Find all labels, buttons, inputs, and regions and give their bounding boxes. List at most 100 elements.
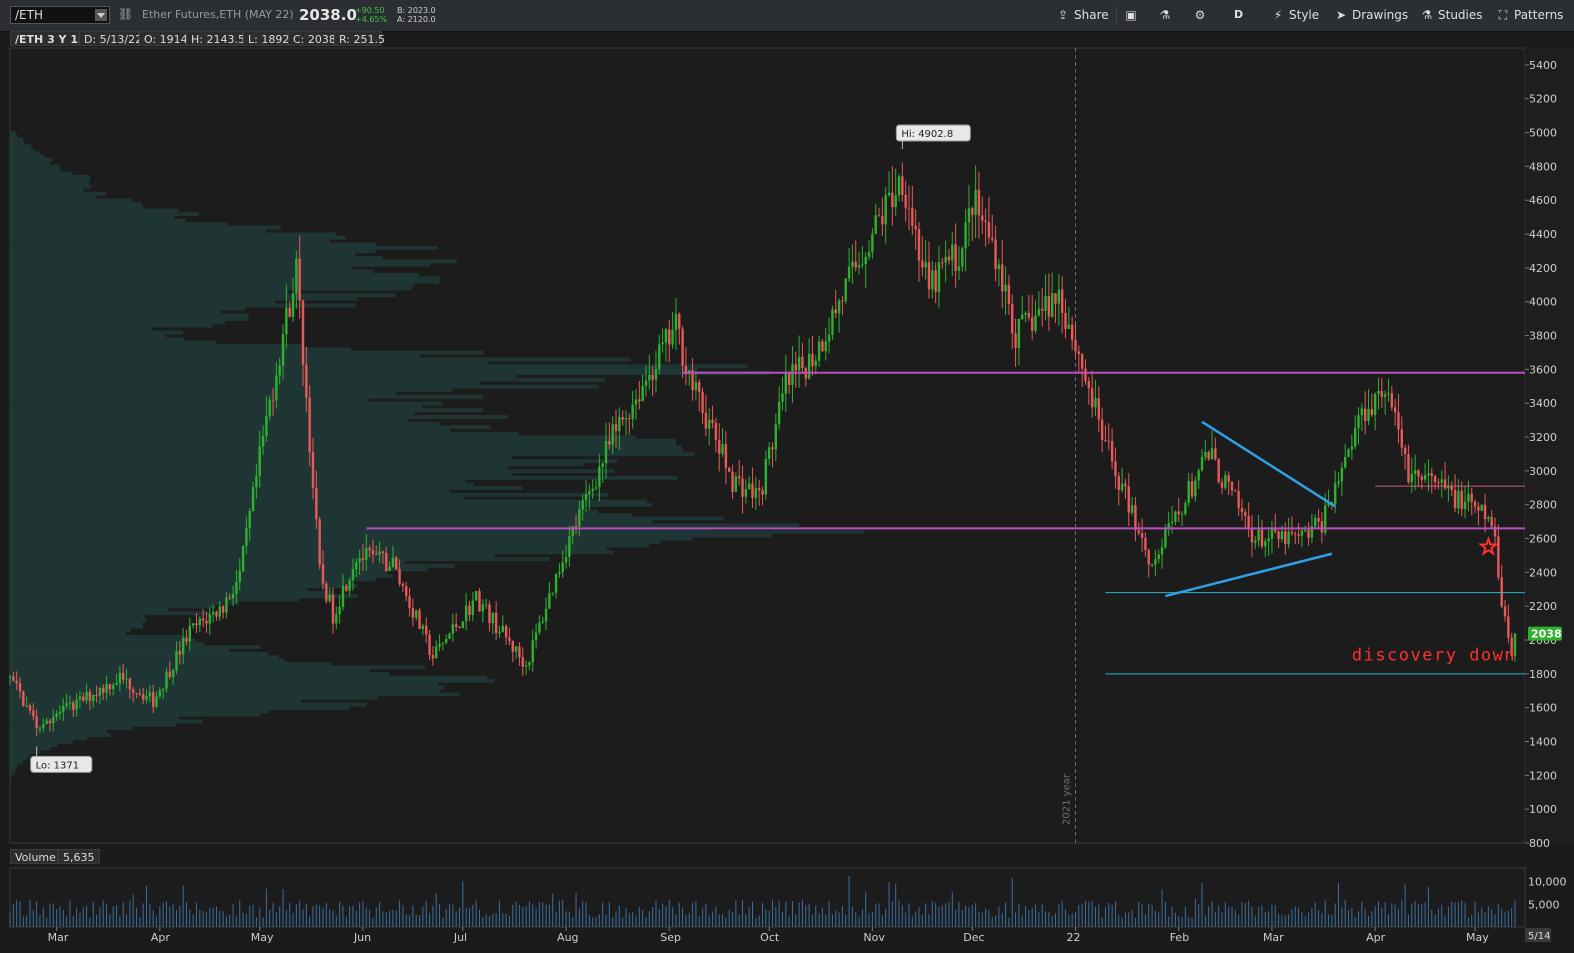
candle-body bbox=[411, 607, 415, 618]
volume-profile-bar bbox=[10, 130, 17, 135]
x-tick-label: Jul bbox=[453, 931, 467, 944]
candle-body bbox=[228, 597, 231, 599]
volume-profile-bar bbox=[10, 618, 146, 622]
candle-body bbox=[428, 634, 431, 655]
candle-body bbox=[1007, 284, 1011, 304]
candle-body bbox=[191, 623, 195, 626]
candle-body bbox=[68, 702, 72, 704]
candle-body bbox=[348, 580, 351, 591]
candle-body bbox=[484, 604, 488, 606]
candle-body bbox=[178, 651, 182, 655]
y-tick-label: 2200 bbox=[1529, 600, 1557, 613]
candle-body bbox=[401, 583, 405, 587]
candle-body bbox=[561, 562, 564, 573]
candle-body bbox=[151, 692, 155, 707]
candle-body bbox=[614, 424, 618, 432]
candle-body bbox=[887, 192, 891, 196]
volume-profile-bar bbox=[10, 161, 50, 166]
volume-profile-bar bbox=[10, 624, 143, 629]
volume-profile-bar bbox=[10, 195, 96, 200]
candle-body bbox=[1014, 333, 1017, 348]
volume-profile-bar bbox=[10, 398, 369, 403]
y-tick-label: 3600 bbox=[1529, 363, 1557, 376]
candle-body bbox=[1423, 475, 1427, 480]
volume-profile-bar bbox=[10, 452, 695, 457]
candle-body bbox=[611, 424, 614, 445]
candle-body bbox=[464, 605, 468, 622]
candle-body bbox=[1377, 390, 1380, 394]
volume-profile-bar bbox=[10, 503, 652, 507]
volume-profile-bar bbox=[10, 705, 350, 710]
candle-body bbox=[331, 594, 335, 624]
candle-body bbox=[438, 643, 441, 647]
candle-body bbox=[278, 365, 281, 376]
volume-profile-bar bbox=[10, 310, 222, 315]
volume-profile-bar bbox=[10, 604, 216, 609]
volume-profile-bar bbox=[10, 597, 299, 602]
candle-body bbox=[1057, 289, 1061, 304]
volume-profile-bar bbox=[10, 286, 411, 291]
volume-profile-bar bbox=[10, 516, 725, 521]
candle-body bbox=[1457, 490, 1460, 509]
candle-body bbox=[248, 511, 251, 529]
candle-body bbox=[45, 720, 48, 725]
volume-profile-bar bbox=[10, 560, 405, 565]
candle-body bbox=[1094, 398, 1097, 408]
candle-body bbox=[474, 590, 478, 601]
candle-body bbox=[1120, 483, 1124, 490]
candle-body bbox=[704, 412, 708, 429]
candle-body bbox=[754, 488, 758, 498]
x-tick-label: Aug bbox=[557, 931, 578, 944]
volume-profile-bar bbox=[10, 313, 250, 318]
volume-profile-bar bbox=[10, 374, 517, 379]
volume-profile-bar bbox=[10, 215, 175, 220]
candle-body bbox=[1164, 528, 1167, 548]
candle-body bbox=[1503, 606, 1507, 617]
candle-body bbox=[1034, 315, 1037, 331]
candle-body bbox=[235, 581, 238, 594]
volume-profile-bar bbox=[10, 733, 111, 737]
candle-body bbox=[318, 519, 321, 565]
candle-body bbox=[814, 360, 817, 367]
price-chart[interactable]: 2021 year discovery down 800 1000 1200 1400… bbox=[0, 0, 1574, 953]
candle-body bbox=[628, 417, 631, 419]
volume-profile-bar bbox=[10, 279, 440, 284]
candle-body bbox=[471, 600, 475, 615]
candle-body bbox=[1497, 536, 1500, 578]
volume-profile-bar bbox=[10, 760, 24, 764]
volume-profile-bar bbox=[10, 675, 488, 680]
candle-body bbox=[1317, 517, 1320, 522]
candle-body bbox=[911, 208, 914, 226]
y-tick-label: 1400 bbox=[1529, 736, 1557, 749]
volume-profile-bar bbox=[10, 134, 18, 139]
candle-body bbox=[1490, 517, 1493, 527]
candle-body bbox=[75, 699, 78, 710]
time-axis: Mar Apr May Jun Jul Aug Sep Oct Nov Dec 22 Feb Mar Ap… bbox=[48, 927, 1551, 944]
candle-body bbox=[311, 452, 315, 488]
volume-profile-bar bbox=[10, 316, 248, 321]
candle-body bbox=[781, 393, 784, 402]
candle-body bbox=[1004, 284, 1007, 292]
candle-body bbox=[338, 606, 341, 615]
candle-body bbox=[964, 222, 967, 249]
candle-body bbox=[1254, 540, 1257, 543]
candle-body bbox=[105, 684, 108, 693]
candle-body bbox=[378, 551, 381, 555]
candle-body bbox=[747, 483, 751, 490]
candle-body bbox=[554, 573, 558, 593]
candle-body bbox=[801, 356, 804, 369]
volume-profile-bar bbox=[10, 333, 166, 338]
y-tick-label: 4400 bbox=[1529, 228, 1557, 241]
volume-profile-bar bbox=[10, 141, 25, 145]
candle-body bbox=[1021, 314, 1024, 320]
volume-profile-bar bbox=[10, 185, 92, 189]
candle-body bbox=[1390, 393, 1394, 408]
candle-body bbox=[1334, 483, 1337, 505]
volume-profile-bar bbox=[10, 205, 144, 210]
volume-profile-bar bbox=[10, 489, 450, 494]
volume-profile-bar bbox=[10, 323, 213, 328]
candle-body bbox=[42, 724, 45, 728]
candle-body bbox=[62, 705, 65, 712]
x-end-label: 5/14 bbox=[1528, 931, 1550, 942]
volume-profile-bar bbox=[10, 587, 308, 592]
